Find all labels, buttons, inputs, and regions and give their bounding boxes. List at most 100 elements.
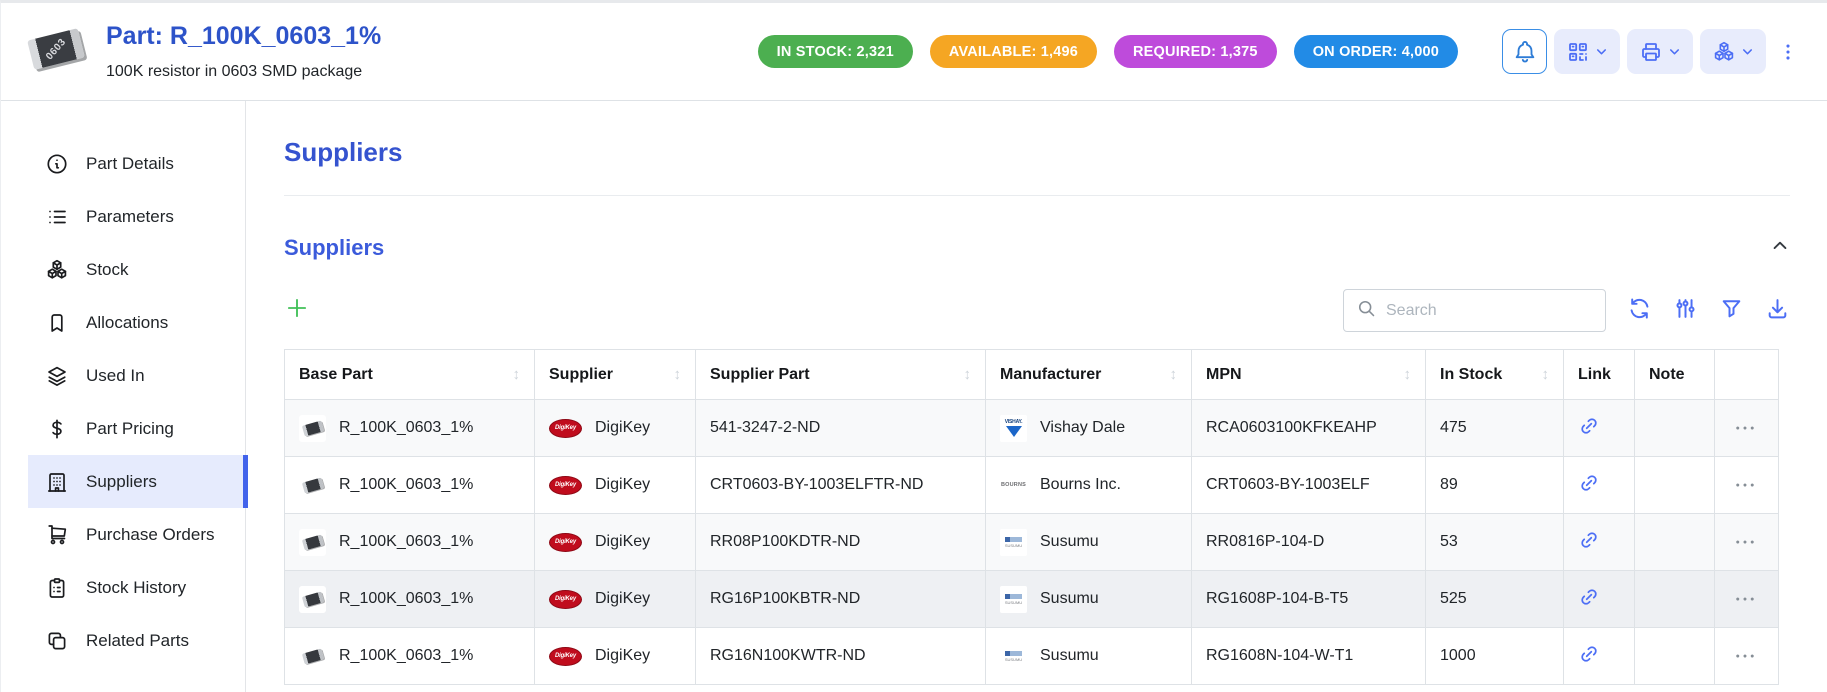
supplier-part-row[interactable]: R_100K_0603_1%DigiKeyDigiKeyRR08P100KDTR… (285, 514, 1779, 571)
collapse-panel-button[interactable] (1770, 236, 1790, 261)
search-input[interactable] (1386, 302, 1593, 320)
table-columns-button[interactable] (1673, 296, 1698, 326)
supplier-part-number: CRT0603-BY-1003ELFTR-ND (710, 476, 923, 493)
row-actions-button[interactable]: ●●● (1729, 482, 1764, 489)
column-header-manufacturer[interactable]: Manufacturer↕ (986, 350, 1192, 400)
mpn-cell: CRT0603-BY-1003ELF (1192, 457, 1426, 514)
sidebar-item-part-details[interactable]: Part Details (28, 137, 245, 190)
supplier-cell: DigiKeyDigiKey (535, 514, 696, 571)
sidebar-item-label: Related Parts (86, 631, 189, 651)
sidebar-item-parameters[interactable]: Parameters (28, 190, 245, 243)
sidebar-item-part-pricing[interactable]: Part Pricing (28, 402, 245, 455)
link-cell (1564, 514, 1635, 571)
column-header-base-part[interactable]: Base Part↕ (285, 350, 535, 400)
part-thumbnail (299, 529, 326, 556)
mpn-cell: RG1608P-104-B-T5 (1192, 571, 1426, 628)
resistor-chip-graphic: 0603 (27, 28, 85, 70)
actions-cell: ●●● (1715, 457, 1779, 514)
refresh-button[interactable] (1627, 296, 1652, 326)
subscribe-button[interactable] (1502, 29, 1547, 74)
print-actions-button[interactable] (1627, 29, 1693, 74)
column-header-mpn[interactable]: MPN↕ (1192, 350, 1426, 400)
supplier-link[interactable] (1578, 643, 1600, 670)
base-part-cell: R_100K_0603_1% (285, 457, 535, 514)
digikey-logo: DigiKey (549, 533, 582, 552)
download-button[interactable] (1765, 296, 1790, 326)
manufacturer-name: Susumu (1040, 533, 1099, 551)
supplier-parts-table: Base Part↕Supplier↕Supplier Part↕Manufac… (284, 349, 1779, 685)
part-thumbnail-image: 0603 (26, 24, 90, 80)
sidebar-item-related-parts[interactable]: Related Parts (28, 614, 245, 667)
main-content: Suppliers Suppliers (246, 101, 1827, 692)
column-header-in-stock[interactable]: In Stock↕ (1426, 350, 1564, 400)
required-badge: REQUIRED: 1,375 (1114, 35, 1277, 68)
more-options-button[interactable] (1773, 29, 1803, 74)
in-stock-value: 53 (1440, 533, 1458, 550)
chip-marking: 0603 (44, 36, 68, 62)
manufacturer-cell: SUSUMUSusumu (986, 571, 1192, 628)
supplier-name: DigiKey (595, 647, 650, 665)
column-header-actions (1715, 350, 1779, 400)
base-part-name: R_100K_0603_1% (339, 476, 473, 494)
link-icon (1578, 529, 1600, 556)
in-stock-value: 475 (1440, 419, 1467, 436)
actions-cell: ●●● (1715, 571, 1779, 628)
supplier-cell: DigiKeyDigiKey (535, 457, 696, 514)
supplier-link[interactable] (1578, 529, 1600, 556)
link-cell (1564, 628, 1635, 685)
sidebar-item-label: Part Pricing (86, 419, 174, 439)
supplier-part-row[interactable]: R_100K_0603_1%DigiKeyDigiKey541-3247-2-N… (285, 400, 1779, 457)
sidebar-item-stock[interactable]: Stock (28, 243, 245, 296)
supplier-part-number: RG16N100KWTR-ND (710, 647, 866, 664)
filter-icon (1719, 296, 1744, 326)
manufacturer-name: Vishay Dale (1040, 419, 1125, 437)
link-icon (1578, 472, 1600, 499)
supplier-part-cell: CRT0603-BY-1003ELFTR-ND (696, 457, 986, 514)
dots-menu-icon (1777, 41, 1799, 63)
available-badge: AVAILABLE: 1,496 (930, 35, 1097, 68)
column-header-link: Link (1564, 350, 1635, 400)
sidebar-item-suppliers[interactable]: Suppliers (28, 455, 245, 508)
building-icon (45, 470, 69, 494)
supplier-part-row[interactable]: R_100K_0603_1% DigiKeyDigiKey CRT0603-BY-1… (285, 457, 1779, 514)
cart-icon (45, 523, 69, 547)
resistor-icon (301, 420, 323, 436)
row-actions-button[interactable]: ●●● (1729, 596, 1764, 603)
barcode-actions-button[interactable] (1554, 29, 1620, 74)
supplier-part-cell: 541-3247-2-ND (696, 400, 986, 457)
row-actions-button[interactable]: ●●● (1729, 425, 1764, 432)
part-thumbnail (299, 472, 326, 499)
stock-actions-button[interactable] (1700, 29, 1766, 74)
add-supplier-part-button[interactable] (284, 295, 310, 326)
column-header-supplier-part[interactable]: Supplier Part↕ (696, 350, 986, 400)
supplier-name: DigiKey (595, 476, 650, 494)
refresh-icon (1627, 296, 1652, 326)
note-cell (1635, 457, 1715, 514)
dollar-icon (45, 417, 69, 441)
supplier-part-row[interactable]: R_100K_0603_1%DigiKeyDigiKeyRG16P100KBTR… (285, 571, 1779, 628)
in-stock-cell: 475 (1426, 400, 1564, 457)
row-actions-button[interactable]: ●●● (1729, 653, 1764, 660)
susumu-logo: SUSUMU (1000, 586, 1027, 613)
stack-icon (45, 364, 69, 388)
sort-icon: ↕ (964, 366, 972, 383)
sidebar-item-used-in[interactable]: Used In (28, 349, 245, 402)
supplier-link[interactable] (1578, 415, 1600, 442)
sidebar-item-stock-history[interactable]: Stock History (28, 561, 245, 614)
column-header-supplier[interactable]: Supplier↕ (535, 350, 696, 400)
sidebar-item-purchase-orders[interactable]: Purchase Orders (28, 508, 245, 561)
sidebar-item-allocations[interactable]: Allocations (28, 296, 245, 349)
filter-button[interactable] (1719, 296, 1744, 326)
table-toolbar (284, 289, 1790, 332)
part-description: 100K resistor in 0603 SMD package (106, 63, 381, 81)
supplier-part-row[interactable]: R_100K_0603_1%DigiKeyDigiKeyRG16N100KWTR… (285, 628, 1779, 685)
supplier-cell: DigiKey DigiKey (535, 628, 696, 685)
supplier-link[interactable] (1578, 586, 1600, 613)
mpn-cell: RG1608N-104-W-T1 (1192, 628, 1426, 685)
actions-cell: ●●● (1715, 628, 1779, 685)
row-actions-button[interactable]: ●●● (1729, 539, 1764, 546)
digikey-logo: DigiKey (549, 647, 582, 666)
supplier-link[interactable] (1578, 472, 1600, 499)
in-stock-cell: 53 (1426, 514, 1564, 571)
in-stock-value: 1000 (1440, 647, 1476, 664)
